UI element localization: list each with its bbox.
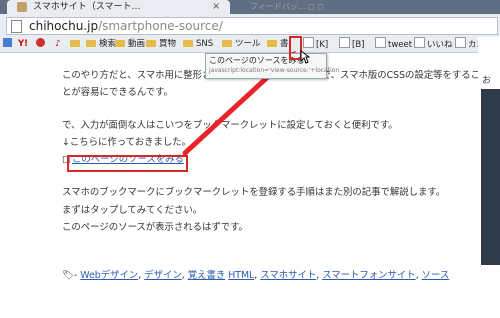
annotation-arrow [182,51,296,156]
mouse-cursor-icon [300,50,310,64]
tooltip-url: javascript:location='view-source:'+locat… [209,67,340,74]
